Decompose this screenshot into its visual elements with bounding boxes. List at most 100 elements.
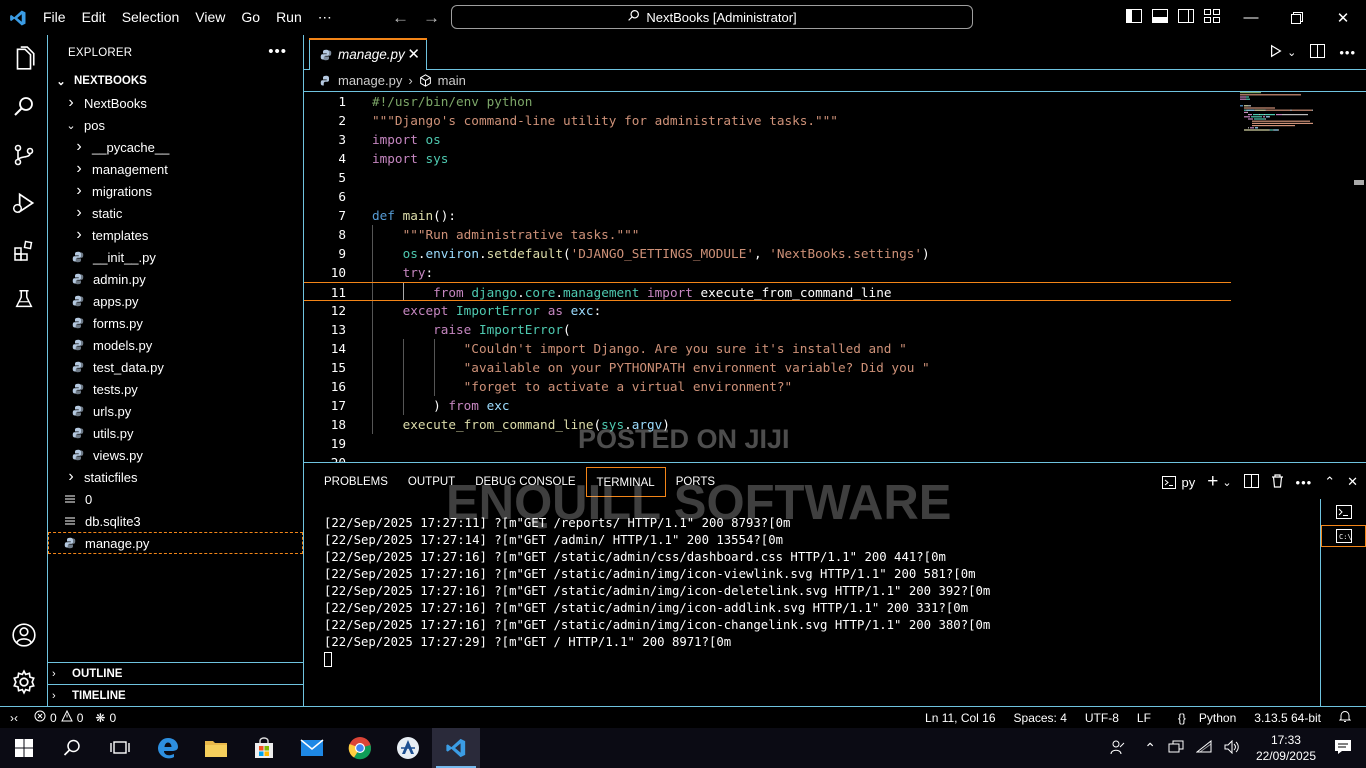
app-icon[interactable] — [384, 728, 432, 768]
tree-file[interactable]: forms.py — [48, 312, 303, 334]
menu-item[interactable]: Selection — [114, 0, 188, 35]
back-arrow-icon[interactable]: ← — [392, 8, 409, 28]
toggle-panel-icon[interactable] — [1152, 9, 1168, 26]
more-actions-icon[interactable]: ••• — [1296, 475, 1313, 490]
ports-indicator[interactable]: ❋ 0 — [89, 711, 122, 725]
tab-manage-py[interactable]: manage.py ✕ — [309, 38, 427, 70]
workspace-root[interactable]: ⌄ NEXTBOOKS — [48, 70, 303, 92]
tree-file[interactable]: __init__.py — [48, 246, 303, 268]
tree-file[interactable]: models.py — [48, 334, 303, 356]
menu-item[interactable]: Go — [233, 0, 268, 35]
tree-folder[interactable]: › static — [48, 202, 303, 224]
terminal-name[interactable]: py — [1181, 475, 1195, 490]
clock[interactable]: 17:33 22/09/2025 — [1246, 732, 1326, 764]
chevron-down-icon[interactable]: ⌄ — [1222, 476, 1231, 489]
tree-folder[interactable]: › NextBooks — [48, 92, 303, 114]
code-line[interactable]: 14 "Couldn't import Django. Are you sure… — [304, 339, 1231, 358]
terminal-prompt[interactable] — [324, 651, 990, 668]
tree-file[interactable]: 0 — [48, 488, 303, 510]
volume-icon[interactable] — [1218, 739, 1246, 757]
panel-tab-debug-console[interactable]: DEBUG CONSOLE — [465, 467, 585, 497]
microsoft-store-icon[interactable] — [240, 728, 288, 768]
maximize-panel-icon[interactable]: ⌃ — [1324, 474, 1335, 490]
tree-file[interactable]: utils.py — [48, 422, 303, 444]
panel-tab-ports[interactable]: PORTS — [666, 467, 725, 497]
code-line[interactable]: 18 execute_from_command_line(sys.argv) — [304, 415, 1231, 434]
tree-file[interactable]: apps.py — [48, 290, 303, 312]
tree-file[interactable]: views.py — [48, 444, 303, 466]
people-icon[interactable] — [1098, 739, 1138, 758]
restore-icon[interactable] — [1274, 0, 1320, 35]
chrome-browser-icon[interactable] — [336, 728, 384, 768]
problems-indicator[interactable]: 0 0 — [28, 709, 89, 725]
code-line[interactable]: 12 except ImportError as exc: — [304, 301, 1231, 320]
outline-section[interactable]: › OUTLINE — [48, 662, 303, 684]
panel-tab-problems[interactable]: PROBLEMS — [314, 467, 398, 497]
tree-folder[interactable]: ⌄ pos — [48, 114, 303, 136]
chevron-down-icon[interactable]: ⌄ — [1287, 46, 1296, 59]
indentation[interactable]: Spaces: 4 — [1005, 711, 1076, 725]
command-center-search[interactable]: NextBooks [Administrator] — [451, 5, 973, 29]
terminal-instance-icon[interactable] — [1321, 501, 1366, 523]
vscode-taskbar-icon[interactable] — [432, 728, 480, 768]
forward-arrow-icon[interactable]: → — [423, 8, 440, 28]
code-editor[interactable]: 1 #!/usr/bin/env python 2 """Django's comma… — [304, 92, 1366, 462]
task-view-icon[interactable] — [96, 728, 144, 768]
tree-file[interactable]: tests.py — [48, 378, 303, 400]
mail-icon[interactable] — [288, 728, 336, 768]
terminal-output[interactable]: [22/Sep/2025 17:27:11] ?[m"GET /reports/… — [324, 515, 990, 668]
toggle-primary-sidebar-icon[interactable] — [1126, 9, 1142, 26]
extensions-icon[interactable] — [0, 227, 48, 275]
end-of-line[interactable]: LF — [1128, 711, 1160, 725]
menu-item[interactable]: ⋯ — [310, 0, 340, 35]
network-wired-icon[interactable] — [1162, 740, 1190, 757]
code-line[interactable]: 19 — [304, 434, 1231, 453]
tree-file[interactable]: db.sqlite3 — [48, 510, 303, 532]
breadcrumb-symbol[interactable]: main — [438, 73, 466, 88]
timeline-section[interactable]: › TIMELINE — [48, 684, 303, 706]
accounts-icon[interactable] — [0, 611, 48, 659]
cursor-position[interactable]: Ln 11, Col 16 — [916, 711, 1005, 725]
file-explorer-icon[interactable] — [192, 728, 240, 768]
customize-layout-icon[interactable] — [1204, 9, 1220, 26]
tree-folder[interactable]: › templates — [48, 224, 303, 246]
terminal-instance-icon[interactable]: C:\ — [1321, 525, 1366, 547]
testing-icon[interactable] — [0, 275, 48, 323]
code-line[interactable]: 1 #!/usr/bin/env python — [304, 92, 1231, 111]
edge-browser-icon[interactable] — [144, 728, 192, 768]
notifications-bell-icon[interactable] — [1330, 710, 1360, 726]
split-terminal-icon[interactable] — [1243, 473, 1259, 491]
source-control-icon[interactable] — [0, 131, 48, 179]
tree-file[interactable]: admin.py — [48, 268, 303, 290]
breadcrumb-file[interactable]: manage.py — [338, 73, 402, 88]
search-activity-icon[interactable] — [0, 83, 48, 131]
code-line[interactable]: 4 import sys — [304, 149, 1231, 168]
minimap[interactable] — [1240, 92, 1350, 152]
code-line[interactable]: 13 raise ImportError( — [304, 320, 1231, 339]
file-encoding[interactable]: UTF-8 — [1076, 711, 1128, 725]
code-line[interactable]: 7 def main(): — [304, 206, 1231, 225]
code-line[interactable]: 17 ) from exc — [304, 396, 1231, 415]
code-line[interactable]: 5 — [304, 168, 1231, 187]
run-python-file-icon[interactable] — [1269, 44, 1283, 61]
explorer-more-actions-icon[interactable]: ••• — [268, 43, 287, 60]
code-line[interactable]: 2 """Django's command-line utility for ad… — [304, 111, 1231, 130]
settings-gear-icon[interactable] — [0, 658, 48, 706]
code-line[interactable]: 3 import os — [304, 130, 1231, 149]
menu-item[interactable]: File — [35, 0, 74, 35]
tree-folder[interactable]: › management — [48, 158, 303, 180]
editor-scrollbar[interactable] — [1354, 180, 1364, 185]
code-line[interactable]: 8 """Run administrative tasks.""" — [304, 225, 1231, 244]
minimize-icon[interactable]: — — [1228, 0, 1274, 35]
panel-tab-output[interactable]: OUTPUT — [398, 467, 465, 497]
language-mode[interactable]: {} Python — [1160, 711, 1245, 725]
new-terminal-icon[interactable]: + — [1207, 471, 1218, 493]
tree-folder[interactable]: › __pycache__ — [48, 136, 303, 158]
tree-file[interactable]: test_data.py — [48, 356, 303, 378]
tree-file[interactable]: manage.py — [48, 532, 303, 554]
taskbar-search-icon[interactable] — [48, 728, 96, 768]
python-interpreter[interactable]: 3.13.5 64-bit — [1245, 711, 1330, 725]
code-line[interactable]: 10 try: — [304, 263, 1231, 282]
close-tab-icon[interactable]: ✕ — [407, 45, 420, 63]
close-window-icon[interactable]: ✕ — [1320, 0, 1366, 35]
